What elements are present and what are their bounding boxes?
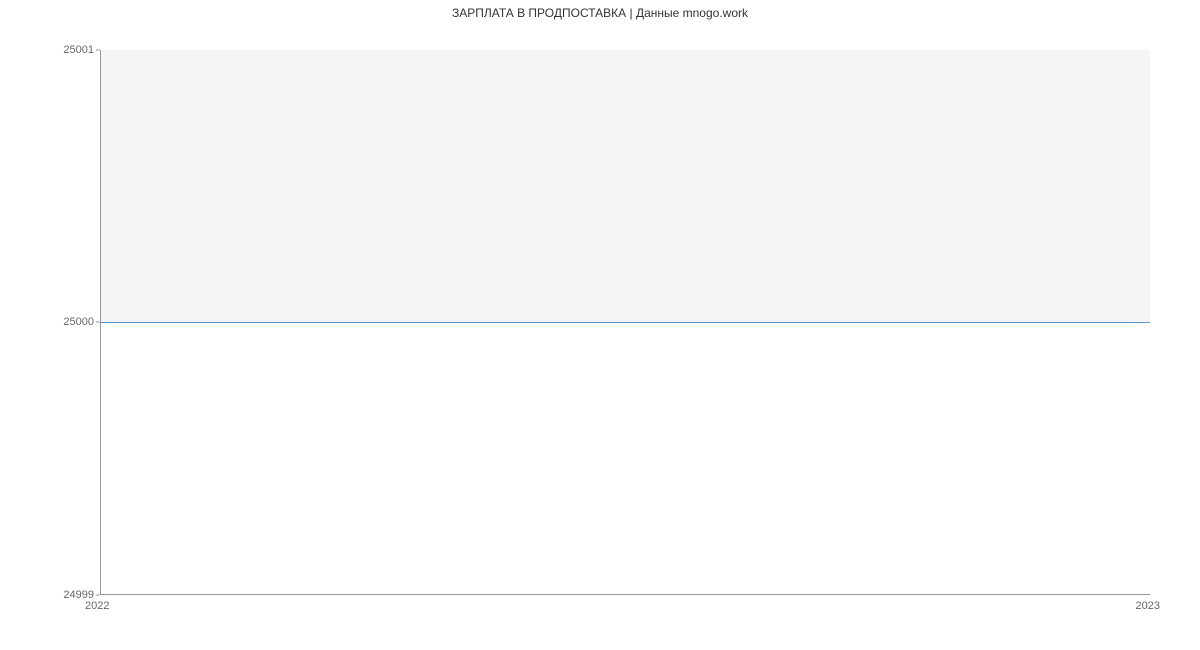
plot-area: [100, 50, 1150, 595]
data-line: [101, 322, 1150, 323]
y-axis-tick-label: 25000: [63, 316, 94, 328]
x-axis-tick-label: 2023: [1136, 600, 1160, 612]
y-tick-mark: [96, 322, 100, 323]
chart-title: ЗАРПЛАТА В ПРОДПОСТАВКА | Данные mnogo.w…: [0, 6, 1200, 20]
y-tick-mark: [96, 595, 100, 596]
y-axis-tick-label: 25001: [63, 44, 94, 56]
x-axis-tick-label: 2022: [85, 600, 109, 612]
y-tick-mark: [96, 50, 100, 51]
chart-container: ЗАРПЛАТА В ПРОДПОСТАВКА | Данные mnogo.w…: [0, 0, 1200, 650]
plot-shaded-band: [101, 50, 1150, 322]
